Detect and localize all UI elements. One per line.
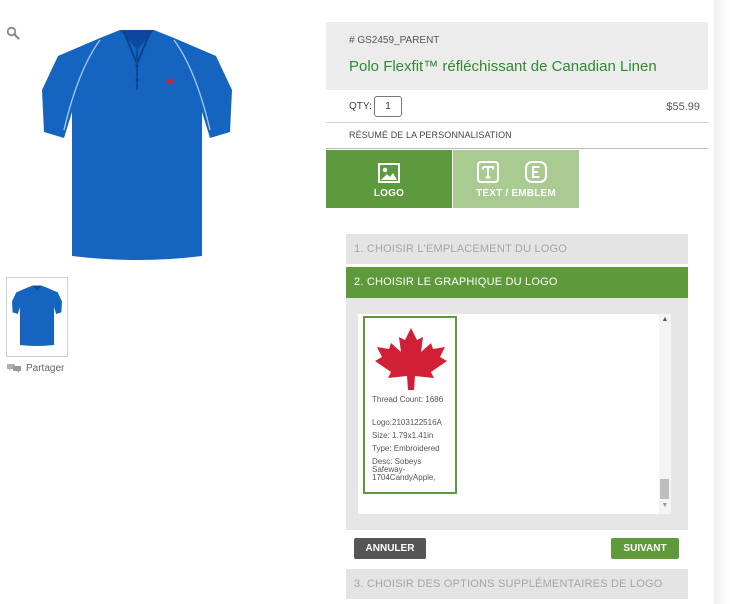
step-2-choose-graphic[interactable]: 2. CHOISIR LE GRAPHIQUE DU LOGO (346, 267, 688, 298)
text-icon (477, 161, 499, 183)
tab-logo[interactable]: LOGO (326, 150, 452, 208)
panel-shadow (714, 0, 730, 604)
step-2-label: 2. CHOISIR LE GRAPHIQUE DU LOGO (354, 276, 558, 288)
logo-description: Desc: Sobeys Safeway- 1704CandyApple, (372, 457, 436, 482)
logo-size: Size: 1.79x1.41in (372, 431, 434, 440)
scroll-up-arrow[interactable]: ▲ (659, 316, 671, 323)
tab-logo-label: LOGO (373, 188, 405, 199)
logo-thread-count: Thread Count: 1686 (372, 395, 444, 404)
tab-text-emblem[interactable]: TEXT / EMBLEM (453, 150, 579, 208)
logo-option-card[interactable]: Thread Count: 1686 Logo:2103122516A Size… (363, 316, 457, 494)
customization-summary-label: RÉSUMÉ DE LA PERSONNALISATION (349, 130, 512, 140)
product-title: Polo Flexfit™ réfléchissant de Canadian … (349, 58, 657, 75)
step-3-choose-options[interactable]: 3. CHOISIR DES OPTIONS SUPPLÉMENTAIRES D… (346, 569, 688, 599)
scroll-thumb[interactable] (660, 479, 669, 499)
product-main-image[interactable] (38, 20, 236, 264)
product-sku: # GS2459_PARENT (349, 35, 440, 46)
product-header (326, 22, 708, 90)
emblem-icon (525, 161, 547, 183)
step-1-label: 1. CHOISIR L'EMPLACEMENT DU LOGO (354, 243, 568, 255)
qty-label: QTY: (349, 101, 372, 112)
quantity-input[interactable] (374, 96, 402, 117)
step-3-label: 3. CHOISIR DES OPTIONS SUPPLÉMENTAIRES D… (354, 578, 663, 590)
tab-text-emblem-label: TEXT / EMBLEM (476, 188, 556, 199)
product-thumbnail[interactable] (6, 277, 68, 357)
step-1-choose-location[interactable]: 1. CHOISIR L'EMPLACEMENT DU LOGO (346, 234, 688, 264)
scroll-down-arrow[interactable]: ▼ (659, 502, 671, 509)
logo-type: Type: Embroidered (372, 444, 440, 453)
product-price: $55.99 (666, 101, 700, 113)
search-icon[interactable] (6, 26, 20, 40)
image-icon (378, 163, 400, 183)
maple-leaf-icon (375, 328, 447, 390)
divider (326, 148, 708, 149)
next-button[interactable]: SUIVANT (611, 538, 679, 559)
cancel-button[interactable]: ANNULER (354, 538, 426, 559)
share-link[interactable]: Partager (6, 362, 64, 374)
speech-bubble-icon (7, 364, 21, 373)
shirt-thumbnail-image (12, 285, 62, 346)
logo-id: Logo:2103122516A (372, 418, 442, 427)
share-label: Partager (26, 362, 65, 374)
